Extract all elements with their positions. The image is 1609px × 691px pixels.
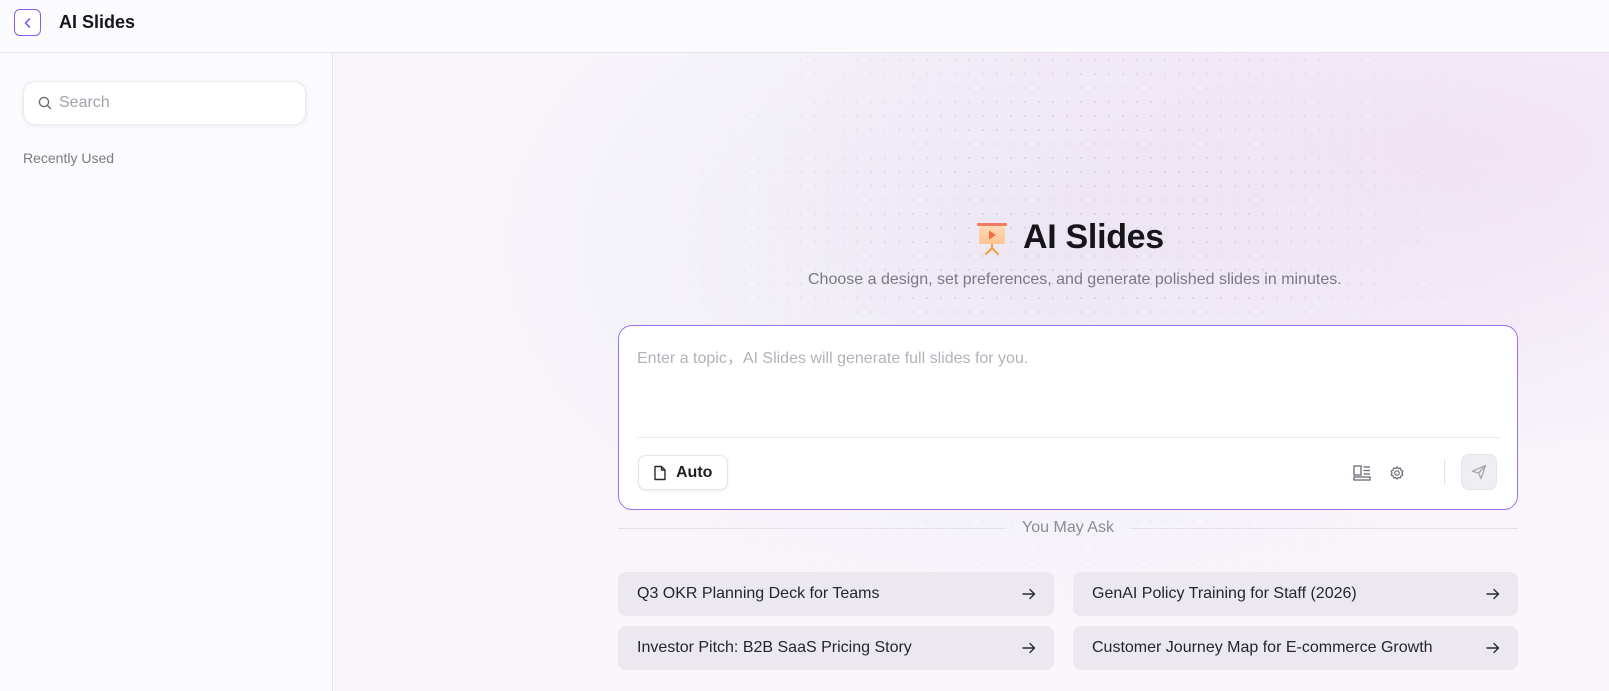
suggestion-label: Q3 OKR Planning Deck for Teams xyxy=(637,585,880,602)
search-icon xyxy=(38,96,52,110)
hero-title: AI Slides xyxy=(1023,218,1164,256)
template-layout-button[interactable] xyxy=(1350,461,1374,485)
search-box[interactable] xyxy=(23,81,306,125)
divider-line-right xyxy=(1130,528,1518,529)
auto-label: Auto xyxy=(676,463,713,481)
hero-title-row: AI Slides xyxy=(975,218,1164,257)
top-bar: AI Slides xyxy=(0,0,1609,53)
gear-icon xyxy=(1390,466,1404,480)
composer-divider xyxy=(637,437,1500,438)
suggestion-item[interactable]: Q3 OKR Planning Deck for Teams xyxy=(618,572,1054,616)
suggestion-label: Customer Journey Map for E-commerce Grow… xyxy=(1092,639,1433,656)
send-button[interactable] xyxy=(1461,454,1497,490)
you-may-ask-label: You May Ask xyxy=(1022,519,1114,536)
you-may-ask-divider: You May Ask xyxy=(618,518,1518,538)
hero-subtitle: Choose a design, set preferences, and ge… xyxy=(808,271,1342,288)
sidebar: Recently Used xyxy=(0,53,333,691)
arrow-right-icon xyxy=(1486,588,1500,600)
suggestion-label: Investor Pitch: B2B SaaS Pricing Story xyxy=(637,639,912,656)
topic-composer: Auto xyxy=(618,325,1518,510)
arrow-right-icon xyxy=(1486,642,1500,654)
suggestion-item[interactable]: Customer Journey Map for E-commerce Grow… xyxy=(1073,626,1518,670)
send-icon xyxy=(1471,464,1487,480)
auto-page-count-button[interactable]: Auto xyxy=(638,455,729,490)
main-panel: AI Slides Choose a design, set preferenc… xyxy=(334,53,1609,691)
presentation-board-icon xyxy=(977,222,1007,255)
app-title: AI Slides xyxy=(59,12,136,32)
arrow-right-icon xyxy=(1022,588,1036,600)
arrow-right-icon xyxy=(1022,642,1036,654)
chevron-left-icon xyxy=(24,17,30,28)
document-icon xyxy=(654,465,666,480)
search-input[interactable] xyxy=(59,94,289,112)
toolbar-separator xyxy=(1444,459,1445,485)
recently-used-label: Recently Used xyxy=(23,150,115,166)
back-button[interactable] xyxy=(14,9,41,36)
settings-button[interactable] xyxy=(1385,461,1409,485)
topic-input[interactable] xyxy=(637,344,1497,424)
suggestion-label: GenAI Policy Training for Staff (2026) xyxy=(1092,585,1357,602)
suggestion-item[interactable]: GenAI Policy Training for Staff (2026) xyxy=(1073,572,1518,616)
divider-line-left xyxy=(618,528,1006,529)
suggestion-item[interactable]: Investor Pitch: B2B SaaS Pricing Story xyxy=(618,626,1054,670)
layout-icon xyxy=(1353,465,1371,481)
